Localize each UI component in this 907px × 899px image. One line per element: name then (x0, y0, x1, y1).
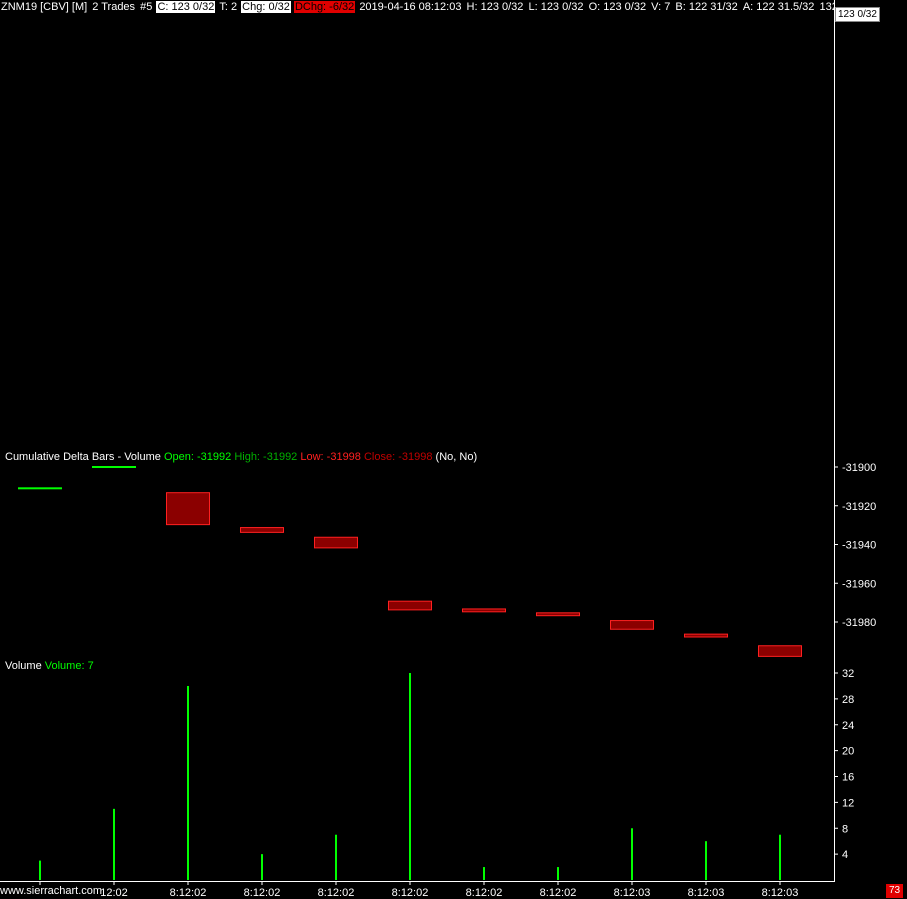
x-tick-label-1: 12:02 (100, 887, 128, 899)
x-tick-label-2: 8:12:02 (170, 887, 207, 899)
cumulative-delta-study-label: Cumulative Delta Bars - Volume Open: -31… (5, 451, 477, 463)
volume-tick-label-7: 32 (842, 668, 854, 680)
delta-bar-6 (462, 608, 506, 613)
chart-canvas[interactable]: -31900 -31920 -31940 -31960 -31980 4 8 12 16 20 24… (0, 0, 907, 899)
delta-bar-10 (758, 645, 802, 657)
study2-name: Volume (5, 660, 42, 672)
volume-tick-label-5: 24 (842, 720, 854, 732)
delta-bar-2 (166, 492, 210, 526)
delta-bar-5 (388, 600, 432, 611)
delta-bar-9 (684, 633, 728, 638)
study1-open: Open: -31992 (163, 451, 232, 463)
volume-tick-label-6: 28 (842, 694, 854, 706)
volume-tick-label-4: 20 (842, 746, 854, 758)
study1-close: Close: -31998 (363, 451, 433, 463)
x-tick-label-6: 8:12:02 (466, 887, 503, 899)
x-tick-label-4: 8:12:02 (318, 887, 355, 899)
delta-bar-8 (610, 620, 654, 630)
delta-tick-label-1: -31920 (842, 501, 876, 513)
x-tick-label-7: 8:12:02 (540, 887, 577, 899)
time-scale-divider (0, 881, 835, 882)
delta-tick-label-4: -31980 (842, 617, 876, 629)
delta-bar-4 (314, 536, 358, 549)
study1-high: High: -31992 (234, 451, 298, 463)
volume-tick-label-0: 4 (842, 849, 848, 861)
delta-tick-label-2: -31940 (842, 540, 876, 552)
delta-tick-label-3: -31960 (842, 578, 876, 590)
x-tick-label-5: 8:12:02 (392, 887, 429, 899)
study2-value: Volume: 7 (44, 660, 94, 672)
study1-flags: (No, No) (435, 451, 478, 463)
x-tick-label-8: 8:12:03 (614, 887, 651, 899)
x-tick-label-9: 8:12:03 (688, 887, 725, 899)
delta-bar-1 (92, 466, 136, 468)
volume-tick-label-2: 12 (842, 797, 854, 809)
x-tick-label-3: 8:12:02 (244, 887, 281, 899)
study1-low: Low: -31998 (300, 451, 361, 463)
x-tick-label-10: 8:12:03 (762, 887, 799, 899)
bar-counter-badge: 73 (886, 884, 904, 898)
delta-bar-7 (536, 612, 580, 617)
delta-bar-0 (18, 487, 62, 490)
watermark: www.sierrachart.com (0, 885, 103, 897)
delta-tick-label-0: -31900 (842, 462, 876, 474)
volume-study-label: Volume Volume: 7 (5, 660, 94, 672)
volume-tick-label-3: 16 (842, 772, 854, 784)
delta-bar-3 (240, 527, 284, 533)
price-scale-divider (834, 0, 835, 882)
study1-name: Cumulative Delta Bars - Volume (5, 451, 161, 463)
volume-tick-label-1: 8 (842, 823, 848, 835)
